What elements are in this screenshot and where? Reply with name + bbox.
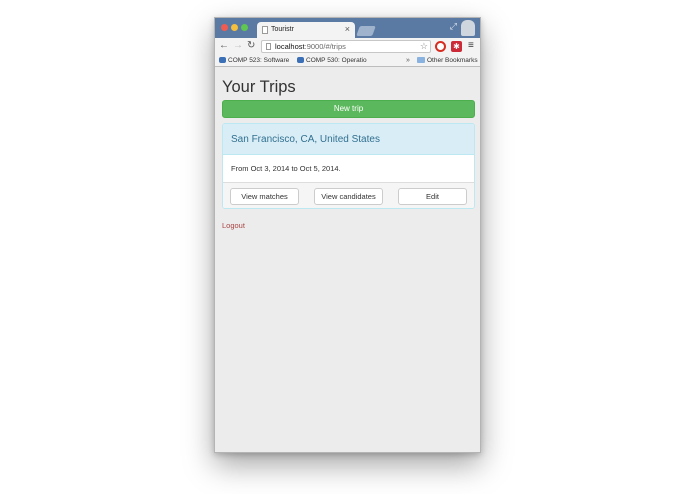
bookmarks-bar: COMP 523: Software COMP 530: Operatio » … <box>215 55 480 67</box>
tab-title: Touristr <box>271 26 294 33</box>
bookmark-comp530[interactable]: COMP 530: Operatio <box>297 55 367 66</box>
opera-extension-icon[interactable] <box>435 41 446 52</box>
reload-icon[interactable]: ↻ <box>247 40 255 52</box>
bookmark-favicon-icon <box>219 57 226 63</box>
browser-tab[interactable]: Touristr × <box>257 22 355 38</box>
back-arrow-icon[interactable]: ← <box>219 40 229 52</box>
view-matches-button[interactable]: View matches <box>230 188 299 205</box>
bookmark-comp523[interactable]: COMP 523: Software <box>219 55 291 66</box>
view-candidates-button[interactable]: View candidates <box>314 188 383 205</box>
fullscreen-icon[interactable]: ⤢ <box>450 21 457 32</box>
new-trip-button[interactable]: New trip <box>222 100 475 118</box>
bookmark-favicon-icon <box>297 57 304 63</box>
window-minimize-button[interactable] <box>231 24 238 31</box>
other-bookmarks-folder[interactable]: Other Bookmarks <box>417 55 478 66</box>
new-tab-button[interactable] <box>356 26 376 36</box>
bookmarks-overflow-icon[interactable]: » <box>406 55 410 66</box>
window-maximize-button[interactable] <box>241 24 248 31</box>
window-close-button[interactable] <box>221 24 228 31</box>
trip-destination: San Francisco, CA, United States <box>223 124 474 155</box>
profile-icon[interactable] <box>461 20 475 36</box>
browser-toolbar: ← → ↻ localhost:9000/#/trips ☆ ✱ ≡ <box>215 38 480 55</box>
title-bar: Touristr × ⤢ <box>215 18 480 38</box>
hamburger-menu-icon[interactable]: ≡ <box>468 40 474 52</box>
forward-arrow-icon[interactable]: → <box>233 40 243 52</box>
page-content: Your Trips New trip San Francisco, CA, U… <box>215 68 480 452</box>
folder-icon <box>417 57 425 63</box>
address-bar[interactable]: localhost:9000/#/trips ☆ <box>261 40 431 53</box>
page-icon <box>262 26 268 34</box>
trip-card: San Francisco, CA, United States From Oc… <box>222 123 475 209</box>
trip-dates: From Oct 3, 2014 to Oct 5, 2014. <box>231 164 341 173</box>
tab-close-icon[interactable]: × <box>345 24 350 34</box>
url-host: localhost <box>275 42 305 51</box>
browser-window: Touristr × ⤢ ← → ↻ localhost:9000/#/trip… <box>214 17 481 453</box>
url-path: :9000/#/trips <box>304 42 346 51</box>
edit-trip-button[interactable]: Edit <box>398 188 467 205</box>
lastpass-extension-icon[interactable]: ✱ <box>451 41 462 52</box>
page-icon <box>266 43 271 50</box>
page-title: Your Trips <box>222 78 296 96</box>
bookmark-star-icon[interactable]: ☆ <box>420 41 428 52</box>
logout-link[interactable]: Logout <box>222 221 245 230</box>
trip-actions: View matches View candidates Edit <box>223 182 474 208</box>
